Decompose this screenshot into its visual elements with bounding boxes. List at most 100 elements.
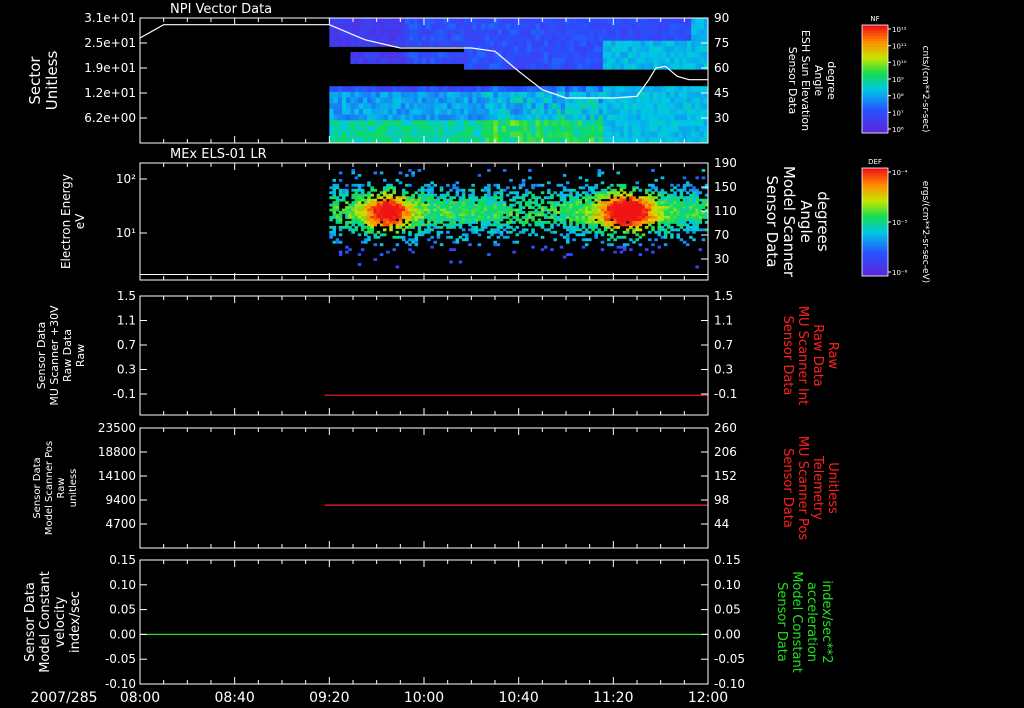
spectrogram-cell: [552, 46, 558, 53]
spectrogram-cell: [436, 216, 441, 219]
spectrogram-cell: [434, 103, 440, 110]
spectrogram-cell: [674, 108, 680, 116]
spectrogram-cell: [413, 108, 419, 116]
spectrogram-cell: [615, 29, 621, 36]
spectrogram-cell: [362, 103, 368, 110]
spectrogram-cell: [405, 206, 409, 209]
x-tick-label: 08:00: [120, 690, 160, 706]
spectrogram-cell: [411, 171, 415, 175]
spectrogram-cell: [329, 131, 335, 138]
panel-frame-2: [139, 295, 709, 416]
spectrogram-cell: [564, 120, 570, 127]
spectrogram-cell: [480, 196, 485, 200]
spectrogram-cell: [468, 208, 472, 212]
spectrogram-cell: [670, 35, 675, 42]
spectrogram-cell: [657, 211, 662, 214]
spectrogram-cell: [433, 216, 438, 219]
spectrogram-cell: [468, 188, 472, 192]
spectrogram-cell: [409, 97, 414, 104]
spectrogram-cell: [367, 220, 371, 224]
spectrogram-cell: [382, 188, 387, 192]
y-tick-label-right: 150: [714, 180, 737, 194]
spectrogram-cell: [588, 225, 592, 229]
spectrogram-cell: [382, 228, 387, 232]
spectrogram-cell: [590, 86, 595, 93]
spectrogram-cell: [573, 29, 579, 36]
spectrogram-cell: [459, 40, 465, 47]
spectrogram-cell: [421, 52, 427, 59]
spectrogram-cell: [607, 218, 611, 222]
spectrogram-cell: [493, 243, 497, 247]
spectrogram-cell: [636, 120, 642, 127]
spectrogram-cell: [396, 131, 402, 138]
spectrogram-cell: [446, 201, 450, 205]
spectrogram-cell: [357, 196, 362, 200]
spectrogram-cell: [477, 243, 482, 247]
spectrogram-cell: [699, 63, 705, 70]
spectrogram-cell: [329, 216, 333, 219]
spectrogram-cell: [632, 63, 637, 70]
spectrogram-cell: [619, 29, 625, 36]
spectrogram-cell: [600, 171, 605, 175]
spectrogram-cell: [427, 191, 431, 195]
spectrogram-cell: [648, 213, 652, 217]
spectrogram-cell: [686, 23, 692, 30]
spectrogram-cell: [459, 131, 465, 138]
spectrogram-cell: [628, 18, 633, 25]
spectrogram-cell: [585, 91, 591, 99]
spectrogram-cell: [635, 225, 639, 229]
spectrogram-cell: [400, 91, 406, 99]
spectrogram-cell: [661, 46, 667, 53]
spectrogram-cell: [543, 35, 549, 42]
colorbar-tick-label: 10⁸: [892, 93, 904, 101]
spectrogram-cell: [531, 97, 536, 104]
y-axis-label-left: Sensor Data: [35, 322, 48, 389]
spectrogram-cell: [490, 218, 494, 222]
spectrogram-cell: [644, 40, 650, 47]
spectrogram-cell: [452, 196, 456, 200]
spectrogram-cell: [446, 225, 450, 229]
spectrogram-cell: [489, 35, 494, 42]
spectrogram-cell: [426, 86, 431, 93]
spectrogram-cell: [547, 201, 551, 205]
spectrogram-cell: [543, 46, 549, 53]
spectrogram-cell: [594, 230, 598, 234]
spectrogram-cell: [379, 203, 384, 207]
spectrogram-cell: [354, 208, 359, 212]
spectrogram-cell: [564, 114, 570, 121]
spectrogram-cell: [417, 120, 423, 127]
spectrogram-cell: [531, 206, 535, 209]
spectrogram-cell: [442, 201, 447, 205]
spectrogram-cell: [506, 91, 511, 99]
spectrogram-cell: [615, 86, 621, 93]
spectrogram-cell: [566, 193, 570, 197]
spectrogram-cell: [427, 211, 431, 214]
spectrogram-cell: [590, 114, 595, 121]
spectrogram-cell: [392, 213, 396, 217]
spectrogram-cell: [543, 108, 549, 116]
spectrogram-cell: [559, 233, 564, 237]
spectrogram-cell: [375, 91, 381, 99]
spectrogram-cell: [465, 211, 469, 214]
spectrogram-cell: [430, 57, 436, 64]
spectrogram-cell: [660, 206, 665, 209]
spectrogram-cell: [619, 213, 624, 217]
spectrogram-cell: [400, 114, 406, 121]
spectrogram-cell: [345, 206, 349, 209]
spectrogram-cell: [644, 120, 650, 127]
spectrogram-cell: [392, 218, 396, 222]
spectrogram-cell: [644, 216, 649, 219]
spectrogram-cell: [427, 230, 431, 234]
spectrogram-cell: [350, 35, 356, 42]
date-label: 2007/285: [30, 690, 97, 706]
spectrogram-cell: [388, 131, 393, 138]
spectrogram-cell: [442, 131, 448, 138]
spectrogram-cell: [632, 125, 637, 133]
spectrogram-cell: [663, 228, 668, 232]
spectrogram-cell: [512, 228, 516, 232]
spectrogram-cell: [607, 40, 612, 47]
spectrogram-cell: [569, 223, 573, 227]
spectrogram-cell: [527, 57, 532, 64]
spectrogram-cell: [351, 218, 355, 222]
spectrogram-cell: [332, 216, 337, 219]
